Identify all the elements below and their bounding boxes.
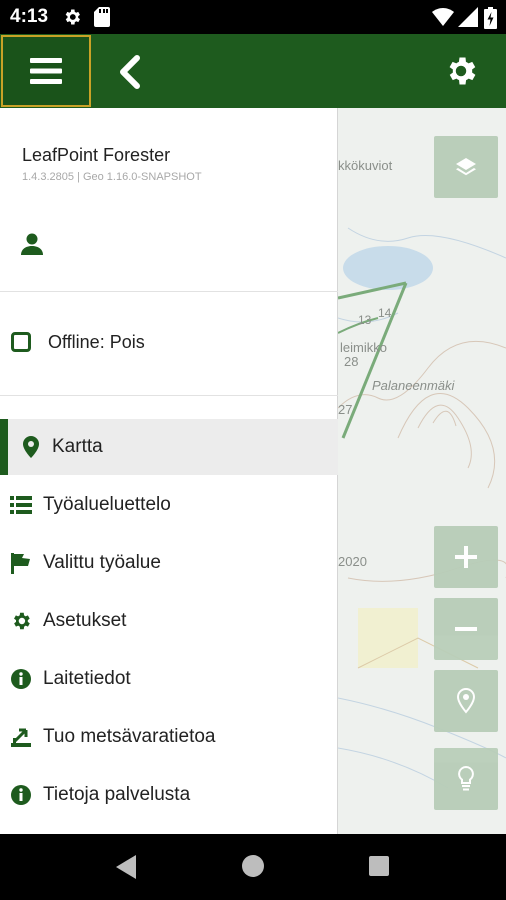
flag-icon	[10, 552, 32, 574]
map-label: Palaneenmäki	[372, 378, 455, 393]
info-icon	[10, 784, 32, 806]
map-label: 28	[344, 354, 359, 369]
location-button[interactable]	[434, 670, 498, 732]
offline-label: Offline: Pois	[48, 332, 145, 352]
map-label: kkökuviot	[338, 158, 393, 173]
menu-button[interactable]	[1, 35, 91, 107]
import-icon	[10, 726, 32, 748]
map-label: leimikko	[340, 340, 387, 355]
sd-card-icon	[94, 7, 110, 27]
back-button[interactable]	[108, 50, 152, 94]
location-pin-icon	[456, 688, 476, 714]
settings-notification-icon	[65, 9, 80, 25]
battery-charging-icon	[484, 7, 497, 29]
system-nav-bar	[0, 834, 506, 900]
map-label: 2020	[338, 554, 367, 569]
navigation-drawer: LeafPoint Forester 1.4.3.2805 | Geo 1.16…	[0, 108, 338, 834]
screen: 4:13 kkökuviot 13 14 leimikko 28 Palanee…	[0, 0, 506, 900]
wifi-icon	[432, 8, 454, 26]
nav-item-label: Työalueluettelo	[43, 494, 171, 515]
offline-toggle[interactable]: Offline: Pois	[0, 318, 338, 368]
chevron-left-icon	[120, 55, 140, 89]
user-icon[interactable]	[20, 232, 44, 256]
app-name: LeafPoint Forester	[22, 145, 171, 165]
app-bar	[0, 34, 506, 108]
layers-icon	[456, 158, 476, 176]
app-version: 1.4.3.2805 | Geo 1.16.0-SNAPSHOT	[22, 171, 202, 183]
map-pin-icon	[20, 436, 42, 458]
status-bar: 4:13	[0, 0, 506, 34]
plus-icon	[455, 546, 477, 568]
nav-item-label: Valittu työalue	[43, 552, 161, 573]
back-triangle-icon[interactable]	[114, 854, 138, 880]
settings-button[interactable]	[436, 46, 486, 96]
list-icon	[10, 494, 32, 516]
map-label: 27	[338, 402, 353, 417]
map-view[interactable]: kkökuviot 13 14 leimikko 28 Palaneenmäki…	[338, 108, 506, 834]
status-time: 4:13	[10, 6, 49, 27]
nav-item-tuo-metsavaratietoa[interactable]: Tuo metsävaratietoa	[0, 709, 338, 765]
recents-square-icon[interactable]	[368, 855, 390, 877]
nav-item-label: Tuo metsävaratietoa	[43, 726, 216, 747]
map-label: 14	[378, 306, 392, 320]
minus-icon	[455, 627, 477, 631]
divider	[0, 291, 338, 292]
divider	[0, 395, 338, 396]
lightbulb-icon	[458, 766, 474, 791]
nav-item-kartta[interactable]: Kartta	[0, 419, 338, 475]
nav-item-asetukset[interactable]: Asetukset	[0, 593, 338, 649]
info-icon	[10, 668, 32, 690]
zoom-out-button[interactable]	[434, 598, 498, 660]
nav-item-label: Tietoja palvelusta	[43, 784, 191, 805]
nav-item-label: Laitetiedot	[43, 668, 131, 689]
offline-checkbox[interactable]	[11, 332, 31, 352]
nav-item-tietoja-palvelusta[interactable]: Tietoja palvelusta	[0, 767, 338, 823]
tips-button[interactable]	[434, 748, 498, 810]
nav-item-valittu-tyoalue[interactable]: Valittu työalue	[0, 535, 338, 591]
gear-icon	[449, 57, 476, 85]
nav-item-tyoalueluettelo[interactable]: Työalueluettelo	[0, 477, 338, 533]
nav-item-label: Asetukset	[43, 610, 127, 631]
gear-icon	[10, 610, 32, 632]
nav-item-laitetiedot[interactable]: Laitetiedot	[0, 651, 338, 707]
map-label: 13	[358, 313, 372, 327]
hamburger-icon	[30, 58, 62, 84]
zoom-in-button[interactable]	[434, 526, 498, 588]
signal-icon	[458, 7, 478, 27]
home-circle-icon[interactable]	[241, 854, 265, 878]
nav-item-label: Kartta	[52, 436, 103, 457]
layers-button[interactable]	[434, 136, 498, 198]
